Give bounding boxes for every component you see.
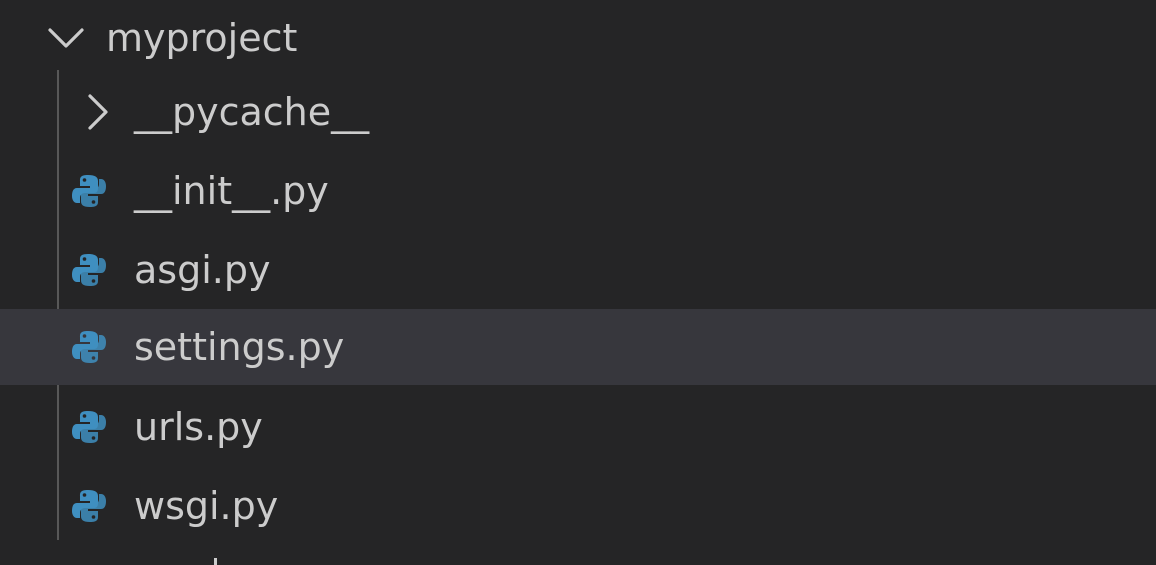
folder-row-pycache[interactable]: __pycache__ (0, 74, 1156, 150)
file-row-asgi[interactable]: asgi.py (0, 232, 1156, 308)
file-label: __init__.py (134, 169, 329, 213)
cut-off-row-glyph (214, 558, 217, 565)
file-label: wsgi.py (134, 484, 279, 528)
python-icon (72, 331, 106, 363)
folder-row-myproject[interactable]: myproject (0, 0, 1156, 76)
folder-label: __pycache__ (134, 90, 370, 134)
file-row-settings[interactable]: settings.py (0, 309, 1156, 385)
file-row-init[interactable]: __init__.py (0, 153, 1156, 229)
file-row-wsgi[interactable]: wsgi.py (0, 468, 1156, 544)
python-icon (72, 411, 106, 443)
folder-label: myproject (106, 16, 298, 60)
file-label: urls.py (134, 405, 263, 449)
python-icon (72, 254, 106, 286)
file-label: settings.py (134, 325, 345, 369)
python-icon (72, 490, 106, 522)
python-icon (72, 175, 106, 207)
file-row-urls[interactable]: urls.py (0, 389, 1156, 465)
chevron-down-icon[interactable] (46, 18, 86, 58)
chevron-right-icon[interactable] (82, 92, 112, 132)
file-explorer: myproject __pycache__ __init__.py asgi.p… (0, 0, 1156, 565)
file-label: asgi.py (134, 248, 271, 292)
